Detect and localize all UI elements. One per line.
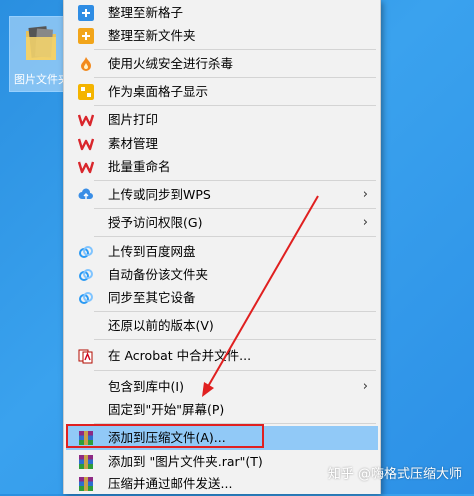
wps-icon [78,159,94,175]
menu-item-organize-new-folder[interactable]: 整理至新文件夹 [66,24,378,48]
menu-item-include-in-library[interactable]: 包含到库中(I) › [66,375,378,399]
plus-square-icon [78,28,94,44]
flame-icon [78,56,94,72]
baidu-netdisk-icon [78,290,94,306]
context-menu: 整理至新格子 整理至新文件夹 使用火绒安全进行杀毒 作为桌面格子显示 图片打印 … [63,0,381,494]
menu-item-asset-management[interactable]: 素材管理 [66,132,378,156]
wps-icon [78,136,94,152]
menu-item-huorong-scan[interactable]: 使用火绒安全进行杀毒 [66,52,378,76]
highlight-annotation-box [66,424,264,448]
menu-item-acrobat-merge[interactable]: 在 Acrobat 中合并文件... [66,344,378,368]
submenu-arrow-icon: › [362,379,368,394]
menu-item-sync-devices[interactable]: 同步至其它设备 [66,286,378,310]
menu-item-desktop-grid-display[interactable]: 作为桌面格子显示 [66,80,378,104]
cloud-upload-icon [78,187,94,203]
menu-item-restore-previous[interactable]: 还原以前的版本(V) [66,314,378,338]
menu-item-organize-new-grid[interactable]: 整理至新格子 [66,1,378,25]
winrar-icon [78,476,94,492]
menu-item-grant-access[interactable]: 授予访问权限(G) › [66,211,378,235]
menu-item-pin-to-start[interactable]: 固定到"开始"屏幕(P) [66,398,378,422]
folder-icon [26,26,56,60]
desktop-folder-icon[interactable]: 图片文件夹 [9,16,71,92]
wps-icon [78,112,94,128]
desktop-grid-icon [78,84,94,100]
acrobat-icon [78,348,94,364]
submenu-arrow-icon: › [362,187,368,202]
baidu-netdisk-icon [78,267,94,283]
watermark-text: 知乎 @嗨格式压缩大师 [327,467,462,482]
menu-item-auto-backup[interactable]: 自动备份该文件夹 [66,263,378,287]
menu-item-upload-sync-wps[interactable]: 上传或同步到WPS › [66,183,378,207]
submenu-arrow-icon: › [362,215,368,230]
menu-item-batch-rename[interactable]: 批量重命名 [66,155,378,179]
menu-item-upload-baidu[interactable]: 上传到百度网盘 [66,240,378,264]
plus-square-icon [78,5,94,21]
baidu-netdisk-icon [78,244,94,260]
winrar-icon [78,454,94,470]
menu-item-image-print[interactable]: 图片打印 [66,108,378,132]
